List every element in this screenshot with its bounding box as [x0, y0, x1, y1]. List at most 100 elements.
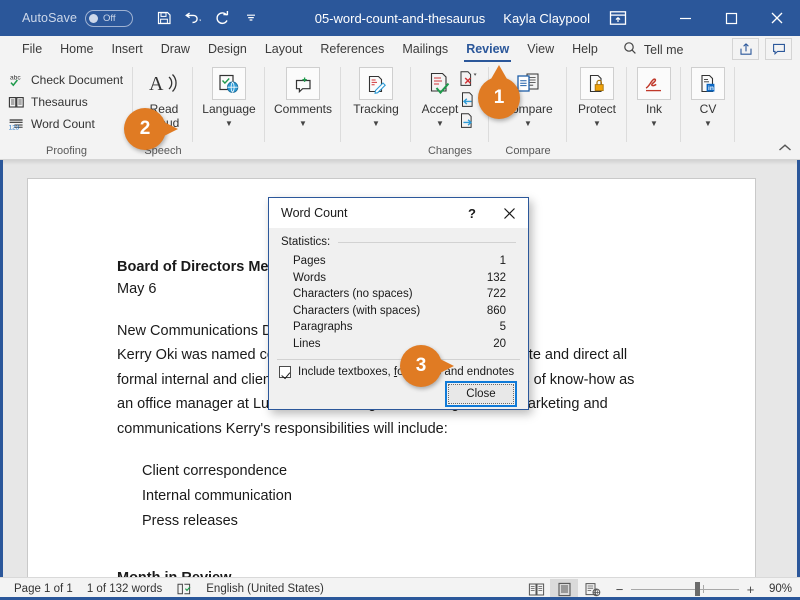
chevron-down-icon[interactable]: ▼	[524, 119, 532, 128]
dialog-close-button[interactable]: Close	[448, 384, 514, 404]
stat-name: Pages	[293, 255, 326, 267]
previous-change-icon[interactable]	[457, 90, 479, 110]
tab-references[interactable]: References	[311, 36, 393, 63]
chevron-down-icon[interactable]: ▼	[225, 119, 233, 128]
cv-button[interactable]: in CV ▼	[677, 67, 739, 128]
zoom-slider[interactable]	[631, 582, 739, 596]
ribbon-group-cv: in CV ▼	[681, 63, 735, 159]
group-label-proofing: Proofing	[46, 145, 87, 157]
minimize-button[interactable]	[662, 0, 708, 36]
chevron-up-icon[interactable]	[778, 143, 792, 156]
zoom-level-label[interactable]: 90%	[762, 583, 792, 595]
word-count-indicator[interactable]: 1 of 132 words	[87, 583, 162, 595]
stat-name: Lines	[293, 337, 321, 350]
zoom-in-button[interactable]: +	[745, 582, 756, 597]
tab-file[interactable]: File	[13, 36, 51, 63]
ink-button[interactable]: Ink ▼	[623, 67, 685, 128]
linkedin-resume-icon: in	[691, 67, 725, 100]
next-change-icon[interactable]	[457, 111, 479, 131]
chevron-down-icon[interactable]: ▼	[593, 119, 601, 128]
ribbon-display-options-icon[interactable]	[608, 9, 628, 27]
check-document-button[interactable]: abc Check Document	[0, 69, 133, 91]
protect-button[interactable]: Protect ▼	[566, 67, 628, 128]
tab-insert[interactable]: Insert	[103, 36, 152, 63]
undo-icon[interactable]	[180, 6, 206, 30]
ribbon-group-protect: Protect ▼	[567, 63, 627, 159]
save-icon[interactable]	[151, 6, 177, 30]
divider	[277, 359, 520, 360]
tracking-button[interactable]: Tracking ▼	[345, 67, 407, 128]
autosave-toggle[interactable]: Off	[85, 9, 134, 27]
ink-label: Ink	[645, 102, 662, 116]
chevron-down-icon[interactable]: ▼	[704, 119, 712, 128]
tab-view[interactable]: View	[518, 36, 563, 63]
statistics-section-header: Statistics:	[281, 236, 528, 248]
document-bullet-list: Client correspondence Internal communica…	[117, 459, 707, 534]
comments-icon[interactable]	[765, 38, 792, 60]
ribbon-group-changes: Accept ▼ Changes	[411, 63, 489, 159]
maximize-button[interactable]	[708, 0, 754, 36]
page-indicator[interactable]: Page 1 of 1	[14, 583, 73, 595]
tab-review[interactable]: Review	[457, 36, 518, 63]
close-button[interactable]	[754, 0, 800, 36]
dialog-close-button-focus-ring: Close	[445, 381, 517, 407]
language-indicator[interactable]: English (United States)	[206, 583, 324, 595]
chevron-down-icon[interactable]: ▼	[299, 119, 307, 128]
comment-add-icon	[286, 67, 320, 100]
dialog-close-icon[interactable]	[498, 203, 520, 223]
tab-design[interactable]: Design	[199, 36, 256, 63]
callout-number: 1	[493, 87, 505, 108]
protect-label: Protect	[577, 102, 616, 116]
ribbon-group-ink: Ink ▼	[627, 63, 681, 159]
status-bar: Page 1 of 1 1 of 132 words English (Unit…	[0, 577, 800, 600]
table-row: Characters (with spaces) 860	[269, 303, 528, 320]
word-count-ribbon-button[interactable]: 123 Word Count	[0, 113, 133, 135]
dialog-title: Word Count	[281, 206, 348, 220]
list-item: Internal communication	[142, 488, 292, 504]
language-icon	[212, 67, 246, 100]
stat-value: 5	[499, 321, 506, 333]
reject-change-icon[interactable]	[457, 69, 479, 89]
stat-name: Paragraphs	[293, 321, 353, 333]
document-body-line: communications Kerry's responsibilities …	[117, 420, 448, 437]
customize-quick-access-icon[interactable]	[238, 6, 264, 30]
checkbox[interactable]	[279, 366, 291, 378]
tab-draw[interactable]: Draw	[152, 36, 199, 63]
tell-me-search[interactable]: Tell me	[623, 41, 683, 58]
chevron-down-icon[interactable]: ▼	[650, 119, 658, 128]
chevron-down-icon[interactable]: ▼	[372, 119, 380, 128]
tab-layout[interactable]: Layout	[256, 36, 312, 63]
check-document-label: Check Document	[31, 73, 124, 87]
thesaurus-button[interactable]: Thesaurus	[0, 91, 133, 113]
svg-text:123: 123	[9, 124, 20, 131]
ribbon-group-comments: Comments ▼	[265, 63, 341, 159]
document-heading-2: Month in Review	[117, 570, 707, 577]
language-button[interactable]: Language ▼	[198, 67, 260, 128]
statistics-label: Statistics:	[281, 236, 331, 248]
comments-button[interactable]: Comments ▼	[272, 67, 334, 128]
tab-help[interactable]: Help	[563, 36, 607, 63]
zoom-out-button[interactable]: −	[614, 582, 625, 597]
language-label: Language	[202, 102, 256, 116]
comments-label: Comments	[273, 102, 332, 116]
chevron-down-icon[interactable]: ▼	[436, 119, 444, 128]
proofing-status-icon[interactable]	[176, 582, 192, 596]
share-icon[interactable]	[732, 38, 759, 60]
stat-name: Characters (no spaces)	[293, 288, 413, 300]
svg-text:A: A	[149, 73, 164, 95]
callout-number: 3	[415, 355, 427, 376]
ribbon-group-tracking: Tracking ▼	[341, 63, 411, 159]
thesaurus-label: Thesaurus	[31, 95, 88, 109]
stat-value: 132	[486, 271, 506, 284]
zoom-slider-handle[interactable]	[695, 582, 700, 596]
document-area-shadow	[0, 160, 800, 165]
tracking-label: Tracking	[353, 102, 399, 116]
word-count-dialog[interactable]: Word Count ? Statistics: Pages 1 Words 1…	[268, 197, 529, 410]
redo-icon[interactable]	[209, 6, 235, 30]
tab-home[interactable]: Home	[51, 36, 102, 63]
word-count-label: Word Count	[31, 117, 95, 131]
help-icon[interactable]: ?	[463, 204, 481, 222]
ribbon-group-language: Language ▼	[193, 63, 265, 159]
window-left-border	[0, 160, 3, 577]
tab-mailings[interactable]: Mailings	[393, 36, 457, 63]
